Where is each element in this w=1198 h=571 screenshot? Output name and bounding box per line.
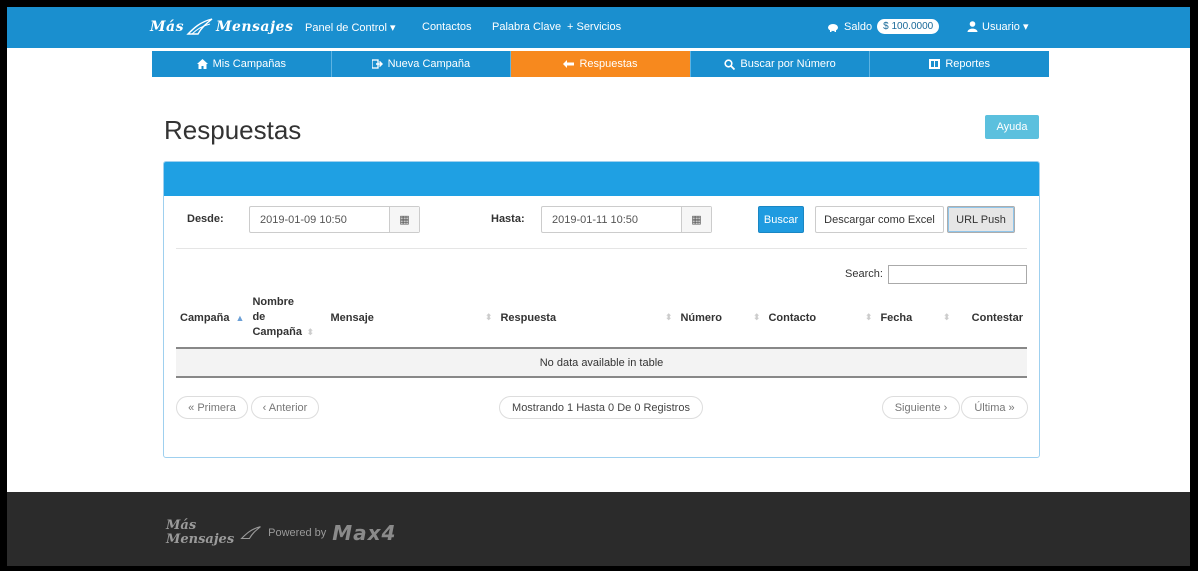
excel-download-button[interactable]: Descargar como Excel [815,206,944,233]
responses-panel: Desde: 2019-01-09 10:50 ▦ Hasta: 2019-01… [163,161,1040,458]
sort-icon: ⬍ [752,311,761,322]
help-button[interactable]: Ayuda [985,115,1039,139]
footer-brand: Más Mensajes [166,518,235,547]
tab-label: Reportes [945,58,990,70]
tab-buscar-numero[interactable]: Buscar por Número [690,51,871,77]
saldo-badge: $ 100.0000 [877,19,940,34]
wing-logo-icon [240,526,261,540]
divider [176,248,1027,249]
max4-logo: Max4 [332,521,397,545]
tab-label: Respuestas [579,58,638,70]
table-header-row: Campaña ▲ Nombre de Campaña ⬍ Mensaje ⬍ Res… [176,288,1027,349]
tab-label: Mis Campañas [212,58,286,70]
footer-logo: Más Mensajes Powered by Max4 [166,519,396,547]
search-label: Search: [845,268,883,280]
user-icon [967,21,978,32]
sort-asc-icon: ▲ [235,312,245,323]
column-mensaje[interactable]: Mensaje ⬍ [326,288,497,349]
user-label: Usuario ▾ [982,21,1029,33]
nav-servicios[interactable]: + Servicios [567,21,621,33]
tab-label: Nueva Campaña [387,58,471,70]
hasta-value: 2019-01-11 10:50 [552,213,639,226]
tab-label: Buscar por Número [740,58,836,70]
sort-icon: ⬍ [664,311,673,322]
reply-icon [563,60,575,68]
sort-icon: ⬍ [942,311,951,322]
tab-nueva-campana[interactable]: Nueva Campaña [331,51,512,77]
table-row: No data available in table [176,348,1027,378]
pagination-info: Mostrando 1 Hasta 0 De 0 Registros [499,396,703,419]
sub-navigation: Mis Campañas Nueva Campaña Respuestas Bu… [152,51,1049,77]
panel-header [164,162,1039,196]
prev-page-button[interactable]: ‹ Anterior [251,396,319,419]
hasta-date-input[interactable]: 2019-01-11 10:50 ▦ [541,206,712,233]
sign-in-icon [371,59,383,69]
wing-logo-icon [186,18,213,35]
last-page-button[interactable]: Última » [961,396,1028,419]
brand-logo[interactable]: Más Mensajes [150,18,293,36]
desde-value: 2019-01-09 10:50 [260,213,347,226]
calendar-icon[interactable]: ▦ [389,207,419,232]
nav-panel-control[interactable]: Panel de Control ▾ [305,21,396,34]
search-input[interactable] [888,265,1027,284]
top-navbar: Más Mensajes Panel de Control ▾ Contacto… [7,7,1190,48]
saldo-indicator[interactable]: Saldo $ 100.0000 [827,19,940,34]
url-push-button[interactable]: URL Push [947,206,1015,233]
responses-table: Campaña ▲ Nombre de Campaña ⬍ Mensaje ⬍ Res… [176,288,1027,378]
sort-icon: ⬍ [306,327,314,337]
desde-date-input[interactable]: 2019-01-09 10:50 ▦ [249,206,420,233]
column-contacto[interactable]: Contacto ⬍ [764,288,877,349]
report-icon [929,59,941,69]
user-menu[interactable]: Usuario ▾ [967,20,1028,33]
column-contestar[interactable]: Contestar [954,288,1027,349]
brand-part1: Más [150,19,184,35]
saldo-label: Saldo [844,20,873,33]
tab-reportes[interactable]: Reportes [870,51,1049,77]
column-campana[interactable]: Campaña ▲ [176,288,249,349]
brand-part2: Mensajes [215,19,294,35]
column-nombre-campana[interactable]: Nombre de Campaña ⬍ [248,288,327,349]
buscar-button[interactable]: Buscar [758,206,804,233]
first-page-button[interactable]: « Primera [176,396,248,419]
hasta-label: Hasta: [491,213,525,225]
column-numero[interactable]: Número ⬍ [676,288,765,349]
desde-label: Desde: [187,213,224,225]
tab-mis-campanas[interactable]: Mis Campañas [152,51,332,77]
tab-respuestas[interactable]: Respuestas [511,51,691,77]
nav-palabra-clave[interactable]: Palabra Clave [492,21,561,33]
app-frame: Más Mensajes Panel de Control ▾ Contacto… [7,7,1190,566]
page-title: Respuestas [164,115,302,145]
search-icon [724,58,736,70]
next-page-button[interactable]: Siguiente › [882,396,960,419]
nav-contactos[interactable]: Contactos [422,21,472,33]
calendar-icon[interactable]: ▦ [681,207,711,232]
sort-icon: ⬍ [484,311,493,322]
piggy-bank-icon [828,23,838,32]
column-respuesta[interactable]: Respuesta ⬍ [496,288,677,349]
powered-by-text: Powered by [268,527,327,539]
column-fecha[interactable]: Fecha ⬍ [876,288,955,349]
sort-icon: ⬍ [864,311,873,322]
footer: Más Mensajes Powered by Max4 [7,492,1190,566]
home-icon [196,59,208,69]
empty-message: No data available in table [176,348,1027,378]
